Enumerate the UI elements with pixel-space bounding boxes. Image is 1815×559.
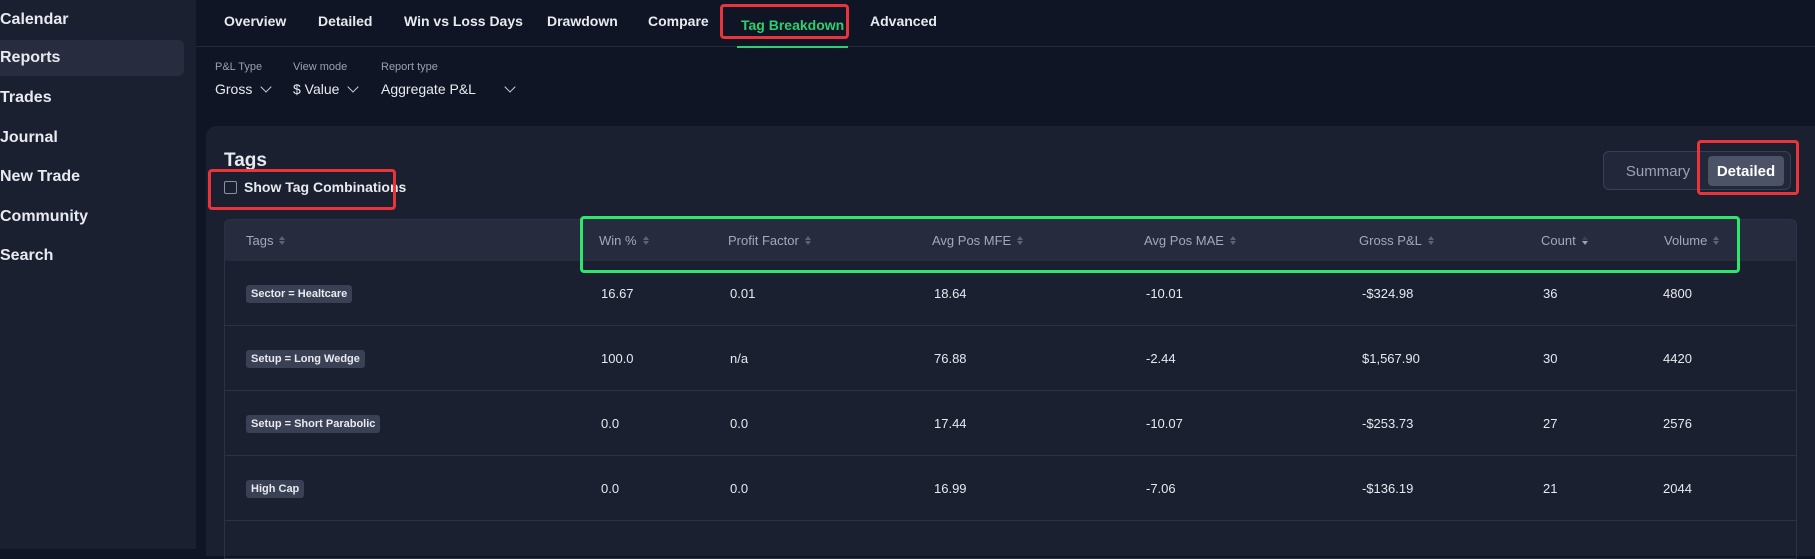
view-mode-value: $ Value [293,81,340,97]
summary-button[interactable]: Summary [1610,156,1706,186]
pl-type-label: P&L Type [215,61,263,73]
table-row[interactable]: Setup = Long Wedge 100.0 n/a 76.88 -2.44… [225,326,1796,391]
profit-factor-cell: 0.0 [730,481,749,496]
chevron-down-icon [347,81,360,93]
chevron-down-icon [504,81,516,93]
tab-advanced[interactable]: Advanced [870,0,937,42]
avg-pos-mfe-cell: 16.99 [934,481,967,496]
sidebar-item-community[interactable]: Community [0,199,184,235]
report-type-label: Report type [381,61,438,73]
tag-badge: Setup = Long Wedge [246,349,365,368]
volume-cell: 2044 [1663,481,1692,496]
avg-pos-mfe-cell: 17.44 [934,416,967,431]
volume-cell: 2576 [1663,416,1692,431]
count-cell: 30 [1543,351,1558,366]
table-row[interactable]: Setup = Short Parabolic 0.0 0.0 17.44 -1… [225,391,1796,456]
tag-badge: Setup = Short Parabolic [246,414,381,433]
gross-pnl-cell: -$136.19 [1362,481,1414,496]
sidebar-item-label: New Trade [0,168,81,185]
win-pct-cell: 100.0 [601,351,634,366]
tag-badge: Sector = Healtcare [246,284,353,303]
sidebar-item-label: Trades [0,89,52,106]
sidebar-item-label: Search [0,247,54,264]
metric-columns-highlight [580,216,1740,273]
avg-pos-mae-cell: -2.44 [1146,351,1176,366]
tab-win-vs-loss-days[interactable]: Win vs Loss Days [404,0,523,42]
avg-pos-mae-cell: -10.07 [1146,416,1183,431]
sidebar: Calendar Reports Trades Journal New Trad… [0,0,196,549]
chevron-down-icon [260,81,273,93]
sidebar-item-label: Journal [0,129,58,146]
report-tabs: Overview Detailed Win vs Loss Days Drawd… [196,0,1815,48]
sidebar-item-reports[interactable]: Reports [0,40,184,76]
view-mode-filter[interactable]: View mode $ Value [293,61,360,97]
sidebar-item-label: Calendar [0,11,69,28]
detailed-button-highlight [1697,140,1799,195]
sidebar-item-calendar[interactable]: Calendar [0,2,184,38]
gross-pnl-cell: $1,567.90 [1362,351,1420,366]
tags-panel: Tags Show Tag Combinations Summary Detai… [206,126,1815,559]
tab-overview[interactable]: Overview [224,0,286,42]
tab-compare[interactable]: Compare [648,0,709,42]
win-pct-cell: 0.0 [601,481,620,496]
sort-icon [279,236,286,245]
main-content: Overview Detailed Win vs Loss Days Drawd… [196,0,1815,559]
avg-pos-mae-cell: -7.06 [1146,481,1176,496]
tab-detailed[interactable]: Detailed [318,0,372,42]
pl-type-value: Gross [215,81,253,97]
tag-breakdown-highlight [720,4,849,39]
show-tag-combinations-highlight [208,169,396,210]
sidebar-item-new-trade[interactable]: New Trade [0,159,184,195]
report-type-value: Aggregate P&L [381,81,476,97]
sidebar-item-label: Community [0,208,88,225]
tab-drawdown[interactable]: Drawdown [547,0,618,42]
volume-cell: 4420 [1663,351,1692,366]
sidebar-item-journal[interactable]: Journal [0,120,184,156]
sidebar-item-label: Reports [0,49,61,66]
gross-pnl-cell: -$253.73 [1362,416,1414,431]
count-cell: 27 [1543,416,1558,431]
sidebar-item-trades[interactable]: Trades [0,80,184,116]
report-type-filter[interactable]: Report type Aggregate P&L [381,61,516,97]
view-mode-label: View mode [293,61,348,73]
column-header-tags[interactable]: Tags [246,220,286,261]
profit-factor-cell: 0.0 [730,416,749,431]
count-cell: 21 [1543,481,1558,496]
profit-factor-cell: n/a [730,351,749,366]
pl-type-filter[interactable]: P&L Type Gross [215,61,273,97]
tag-badge: High Cap [246,479,305,498]
win-pct-cell: 0.0 [601,416,620,431]
avg-pos-mfe-cell: 76.88 [934,351,967,366]
table-row[interactable]: High Cap 0.0 0.0 16.99 -7.06 -$136.19 21… [225,456,1796,521]
sidebar-item-search[interactable]: Search [0,238,184,274]
